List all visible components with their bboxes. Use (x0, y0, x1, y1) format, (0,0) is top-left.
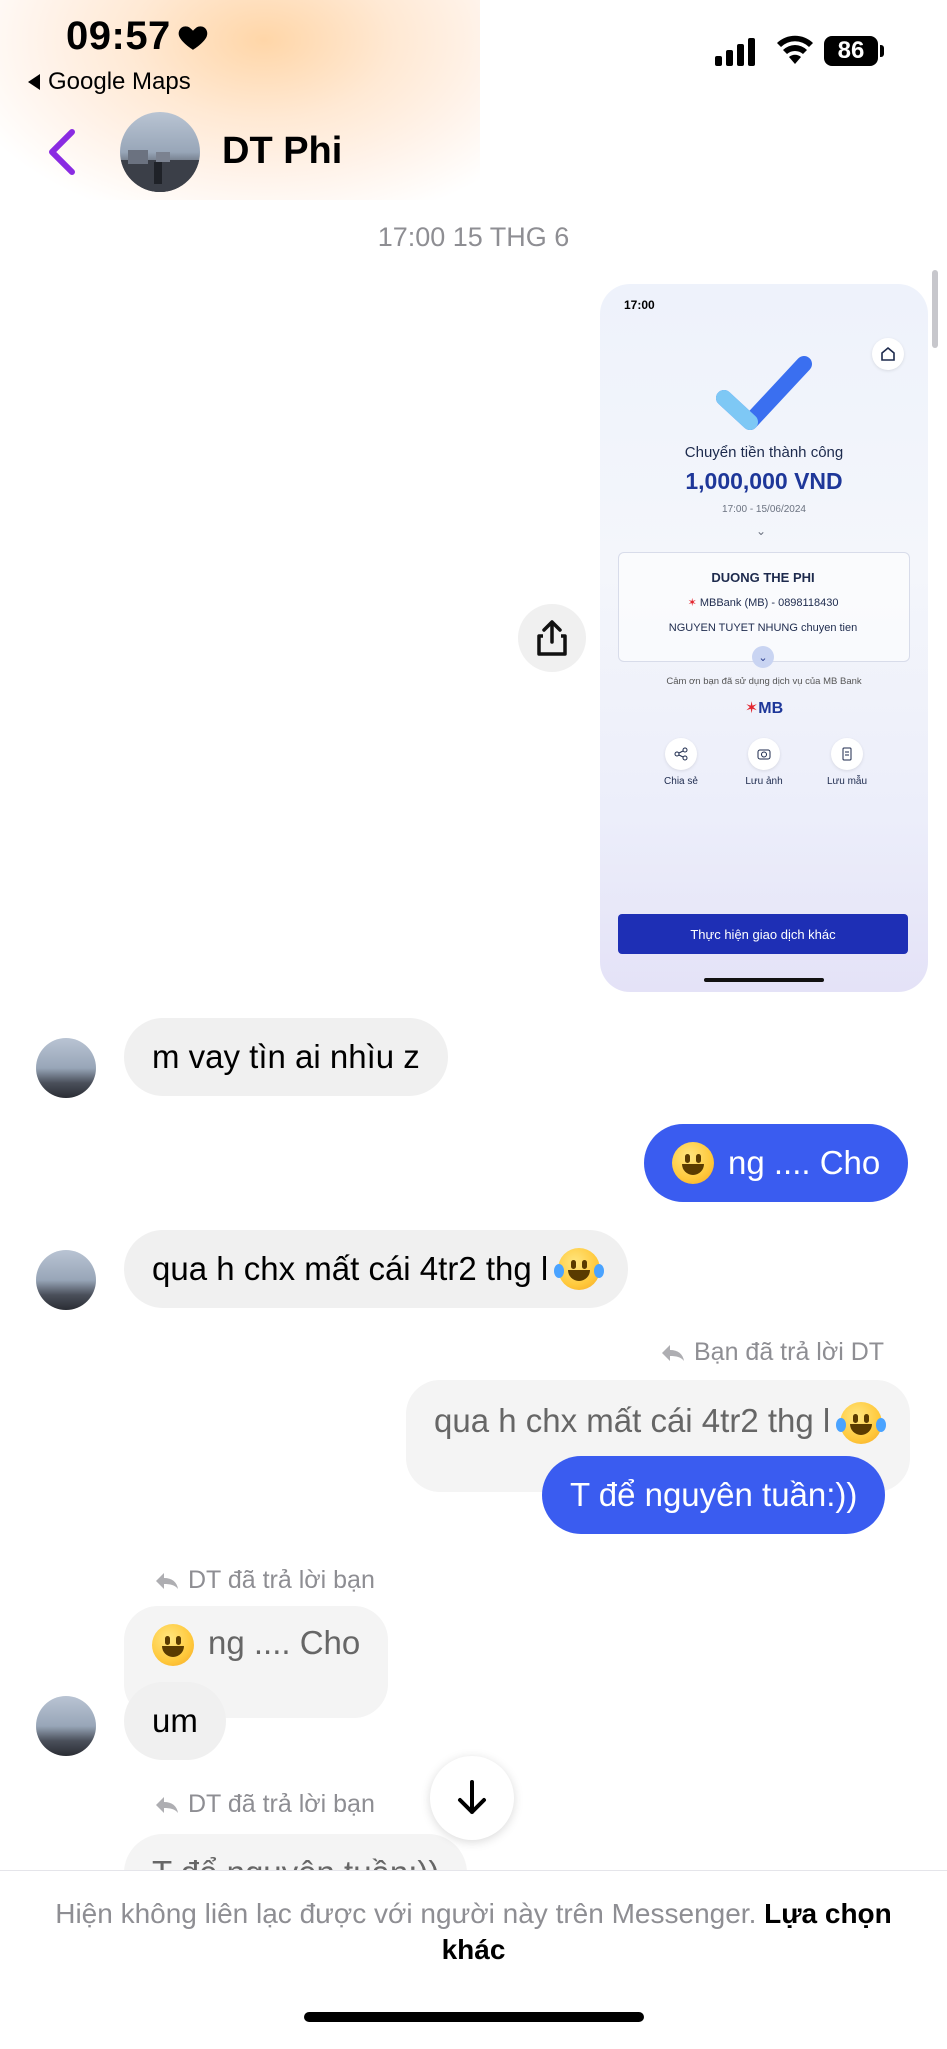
mb-logo-text: MB (758, 700, 784, 717)
share-action: Chia sẻ (646, 738, 716, 787)
thanks-note: Cảm ơn bạn đã sử dụng dịch vụ của MB Ban… (666, 676, 862, 687)
checkmark-icon (716, 356, 812, 430)
reply-note: DT đã trả lời bạn (154, 1566, 375, 1595)
reply-note: DT đã trả lời bạn (154, 1790, 375, 1819)
expand-chevron-icon: ⌄ (752, 646, 774, 668)
avatar[interactable] (36, 1038, 96, 1098)
footer-notice: Hiện không liên lạc được với người này t… (40, 1896, 907, 1968)
smiley-emoji-icon (152, 1624, 194, 1666)
save-template-action: Lưu mẫu (812, 738, 882, 787)
save-image-action: Lưu ảnh (729, 738, 799, 787)
reply-note-text: Bạn đã trả lời DT (694, 1338, 885, 1366)
recipient-bank-text: MBBank (MB) - 0898118430 (699, 597, 839, 609)
transfer-description: NGUYEN TUYET NHUNG chuyen tien (668, 622, 858, 634)
shared-image-message[interactable]: 17:00 Chuyển tiền thành công 1,000,000 V… (600, 284, 928, 992)
image-actions: Chia sẻ Lưu ảnh Lưu mẫu (646, 738, 882, 787)
laughing-emoji-icon (554, 1248, 605, 1290)
home-icon (872, 338, 904, 370)
quoted-message-text: qua h chx mất cái 4tr2 thg l (434, 1402, 831, 1439)
reply-arrow-icon (156, 1572, 178, 1589)
reply-arrow-icon (662, 1344, 684, 1361)
transfer-amount: 1,000,000 VND (685, 468, 843, 494)
battery-cap (880, 45, 884, 57)
reply-arrow-icon (156, 1796, 178, 1813)
avatar-photo-icon (120, 150, 200, 192)
incoming-message[interactable]: qua h chx mất cái 4tr2 thg l (124, 1230, 629, 1308)
share-icon[interactable] (518, 604, 586, 672)
double-chevron-icon: ⌄ (756, 524, 767, 538)
status-time: 09:57 (66, 14, 171, 58)
reply-note: Bạn đã trả lời DT (660, 1338, 884, 1367)
contact-avatar[interactable] (120, 112, 200, 192)
avatar[interactable] (36, 1250, 96, 1310)
transfer-datetime: 17:00 - 15/06/2024 (722, 504, 806, 515)
mb-bank-logo: ✶MB (744, 700, 784, 717)
heart-icon (178, 26, 208, 50)
recipient-bank: ✶ MBBank (MB) - 0898118430 (687, 597, 839, 609)
smiley-emoji-icon (672, 1142, 714, 1184)
back-app-label: Google Maps (48, 68, 191, 95)
back-triangle-icon (28, 74, 40, 90)
image-home-indicator (704, 978, 824, 982)
outgoing-message-text: ng .... Cho (728, 1144, 881, 1181)
transfer-success-title: Chuyển tiền thành công (684, 444, 844, 461)
contact-name[interactable]: DT Phi (222, 130, 342, 173)
quoted-message-text: ng .... Cho (208, 1624, 361, 1661)
footer-notice-text: Hiện không liên lạc được với người này t… (55, 1898, 757, 1929)
back-to-app[interactable]: Google Maps (28, 68, 191, 96)
scrollbar[interactable] (932, 270, 938, 348)
cellular-signal-icon (715, 38, 755, 66)
laughing-emoji-icon (836, 1402, 887, 1444)
reply-note-text: DT đã trả lời bạn (188, 1566, 375, 1594)
outgoing-message[interactable]: T để nguyên tuần:)) (542, 1456, 886, 1534)
image-status-time: 17:00 (624, 298, 655, 312)
camera-icon (748, 738, 780, 770)
share-nodes-icon (665, 738, 697, 770)
new-transaction-button: Thực hiện giao dịch khác (618, 914, 908, 954)
message-timestamp: 17:00 15 THG 6 (377, 222, 570, 252)
incoming-message-text: qua h chx mất cái 4tr2 thg l (152, 1250, 549, 1287)
chevron-left-icon[interactable] (44, 126, 80, 178)
avatar[interactable] (36, 1696, 96, 1756)
reply-note-text: DT đã trả lời bạn (188, 1790, 375, 1818)
battery-indicator: 86 (824, 36, 878, 66)
save-template-label: Lưu mẫu (826, 776, 868, 787)
save-image-label: Lưu ảnh (745, 776, 783, 787)
incoming-message[interactable]: um (124, 1682, 226, 1760)
incoming-message[interactable]: m vay tìn ai nhìu z (124, 1018, 448, 1096)
recipient-name: DUONG THE PHI (711, 570, 815, 585)
scroll-to-bottom-button[interactable] (430, 1756, 514, 1840)
quoted-message[interactable]: T để nguyên tuần:)) (124, 1834, 468, 1872)
share-action-label: Chia sẻ (664, 776, 698, 787)
outgoing-message[interactable]: ng .... Cho (644, 1124, 909, 1202)
wifi-icon (777, 35, 813, 64)
quoted-message-clip: T để nguyên tuần:)) (100, 1820, 500, 1872)
document-icon (831, 738, 863, 770)
arrow-down-icon (458, 1780, 486, 1814)
home-indicator[interactable] (304, 2012, 644, 2022)
